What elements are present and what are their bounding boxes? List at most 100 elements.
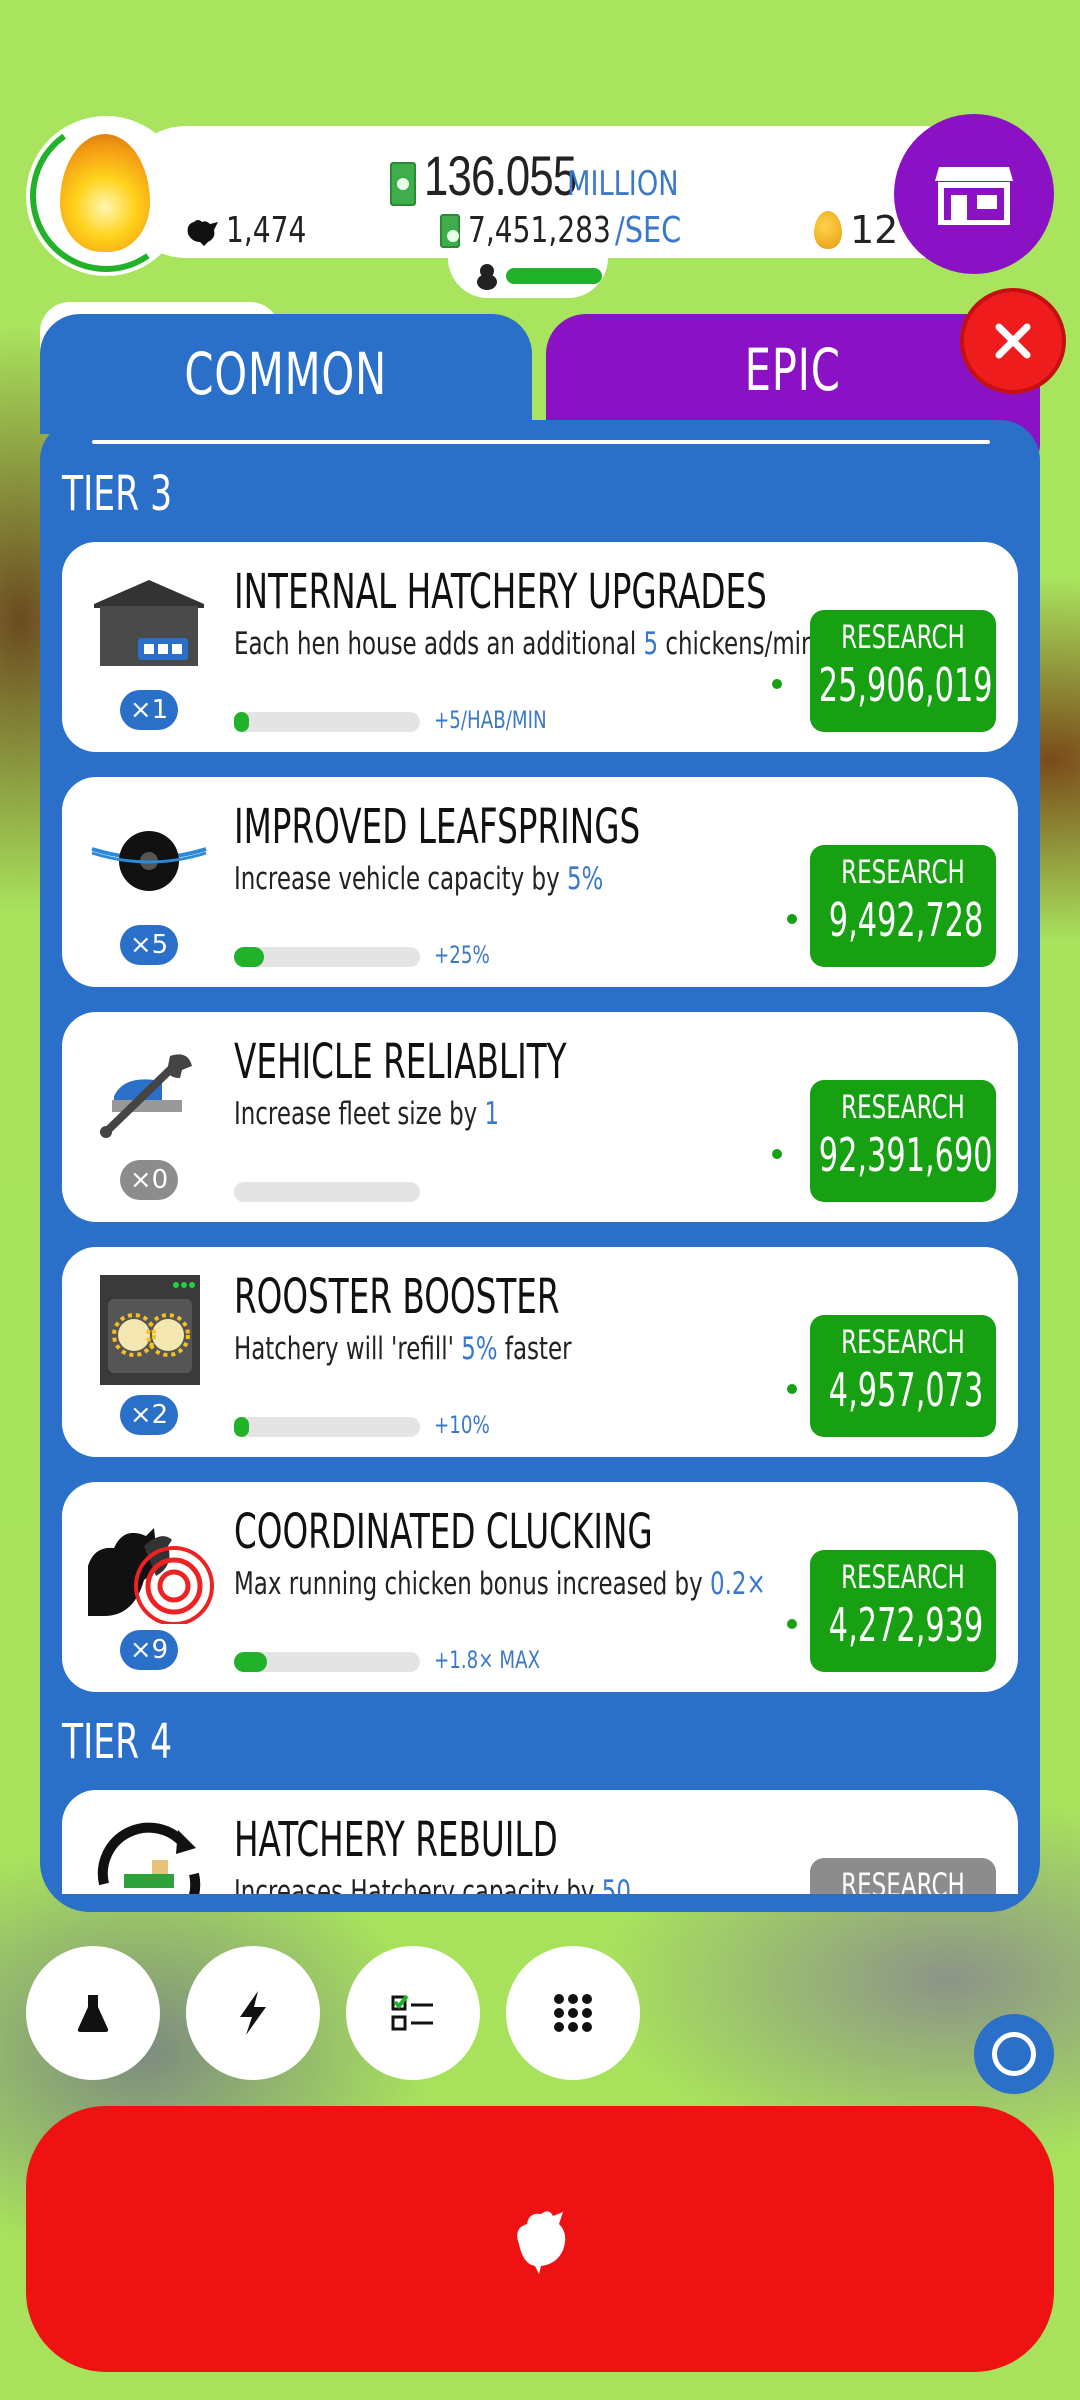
research-level: ×0	[120, 1160, 178, 1200]
research-card: HATCHERY REBUILD Increases Hatchery capa…	[62, 1790, 1018, 1894]
research-cost: 4,272,939	[786, 1598, 996, 1652]
clucking-chickens-icon	[88, 1528, 214, 1624]
desc-value: 50	[601, 1874, 631, 1894]
research-description: Hatchery will 'refill' 5% faster	[234, 1331, 572, 1367]
tab-common-label: COMMON	[184, 340, 388, 408]
research-progress	[234, 1652, 420, 1672]
chicken-count: 1,474	[184, 210, 329, 251]
chicken-icon	[187, 219, 218, 246]
research-description: Increases Hatchery capacity by 50	[234, 1874, 631, 1894]
menu-button[interactable]	[506, 1946, 640, 2080]
research-button-label: RESEARCH	[841, 1558, 965, 1596]
research-level: ×5	[120, 925, 178, 965]
research-card: ×1 INTERNAL HATCHERY UPGRADES Each hen h…	[62, 542, 1018, 752]
research-card: ×5 IMPROVED LEAFSPRINGS Increase vehicle…	[62, 777, 1018, 987]
research-cost: 25,906,019	[772, 658, 996, 712]
progress-fill	[234, 1417, 249, 1437]
desc-text: Max running chicken bonus increased by	[234, 1566, 710, 1602]
research-card: ×0 VEHICLE RELIABLITY Increase fleet siz…	[62, 1012, 1018, 1222]
shop-button[interactable]	[894, 114, 1054, 274]
tier-heading: TIER 4	[62, 1714, 215, 1770]
research-card: ×2 ROOSTER BOOSTER Hatchery will 'refill…	[62, 1247, 1018, 1457]
research-cost-value: 25,906,019	[819, 658, 993, 712]
cash-icon	[390, 162, 416, 206]
research-button[interactable]: RESEARCH 92,391,690	[772, 1080, 996, 1202]
cash-icon	[440, 213, 460, 248]
research-progress	[234, 1182, 420, 1202]
research-button[interactable]: RESEARCH 4,272,939	[786, 1550, 996, 1672]
research-title: IMPROVED LEAFSPRINGS	[234, 799, 641, 855]
research-card: ×9 COORDINATED CLUCKING Max running chic…	[62, 1482, 1018, 1692]
research-button-label: RESEARCH	[841, 1088, 965, 1126]
progress-fill	[234, 1652, 268, 1672]
shop-icon	[935, 167, 1013, 225]
research-description: Max running chicken bonus increased by 0…	[234, 1566, 766, 1602]
desc-text: Increase vehicle capacity by	[234, 861, 567, 897]
research-level: ×2	[120, 1395, 178, 1435]
hatchery-fill	[506, 268, 602, 284]
desc-text: faster	[497, 1331, 572, 1367]
ring-icon	[992, 2032, 1036, 2076]
hatchery-rebuild-icon	[97, 1822, 201, 1894]
research-description: Increase fleet size by 1	[234, 1096, 499, 1132]
research-effect: +5/HAB/MIN	[434, 706, 547, 734]
grid-menu-icon	[554, 1994, 592, 2032]
camera-toggle-button[interactable]	[974, 2014, 1054, 2094]
hatch-chicken-button[interactable]	[26, 2106, 1054, 2372]
close-icon	[995, 323, 1031, 359]
lightning-icon	[240, 1991, 266, 2035]
research-level: ×1	[120, 690, 178, 730]
research-progress	[234, 947, 420, 967]
research-title: HATCHERY REBUILD	[234, 1812, 558, 1868]
research-cost-value: 92,391,690	[819, 1128, 993, 1182]
research-effect: +1.8× MAX	[434, 1646, 541, 1674]
research-button[interactable]: RESEARCH 4,957,073	[786, 1315, 996, 1437]
chicken-count-value: 1,474	[226, 210, 307, 251]
income-rate-value: 7,451,283	[468, 210, 611, 251]
hen-house-icon	[94, 580, 204, 666]
research-progress	[234, 1417, 420, 1437]
tier-heading: TIER 3	[62, 466, 215, 522]
money-value: 136.055	[424, 144, 577, 207]
research-title: COORDINATED CLUCKING	[234, 1504, 653, 1560]
research-description: Increase vehicle capacity by 5%	[234, 861, 603, 897]
research-cost-value: 4,957,073	[828, 1363, 984, 1417]
income-rate-unit: /SEC	[615, 210, 682, 251]
research-cost: 9,492,728	[786, 893, 996, 947]
boost-button[interactable]	[186, 1946, 320, 2080]
research-progress	[234, 712, 420, 732]
research-effect: +25%	[434, 941, 490, 969]
income-rate: 7,451,283 /SEC	[440, 210, 698, 251]
wrench-vehicle-icon	[100, 1054, 192, 1138]
desc-text: Increase fleet size by	[234, 1096, 485, 1132]
research-effect: +10%	[434, 1411, 490, 1439]
research-button-label: RESEARCH	[841, 1323, 965, 1361]
research-cost: 92,391,690	[772, 1128, 996, 1182]
research-button[interactable]: RESEARCH	[810, 1858, 996, 1894]
research-button[interactable]: RESEARCH 25,906,019	[772, 610, 996, 732]
research-title: VEHICLE RELIABLITY	[234, 1034, 567, 1090]
research-title: ROOSTER BOOSTER	[234, 1269, 560, 1325]
desc-text: Each hen house adds an additional	[234, 626, 644, 662]
desc-text: Increases Hatchery capacity by	[234, 1874, 602, 1894]
checklist-icon	[391, 1994, 433, 2031]
desc-value: 1	[484, 1096, 500, 1132]
research-button[interactable]: RESEARCH 9,492,728	[786, 845, 996, 967]
tab-divider	[92, 440, 990, 444]
research-lab-button[interactable]	[26, 1946, 160, 2080]
missions-button[interactable]	[346, 1946, 480, 2080]
tab-common[interactable]: COMMON	[40, 314, 532, 434]
tier-4-label: TIER 4	[62, 1714, 173, 1770]
desc-text: chickens/min	[658, 626, 816, 662]
money-unit: MILLION	[567, 164, 680, 204]
close-button[interactable]	[960, 288, 1066, 394]
chicken-icon	[517, 2211, 566, 2274]
chick-icon	[477, 264, 497, 290]
golden-egg-count: 12	[814, 208, 898, 252]
research-title: INTERNAL HATCHERY UPGRADES	[234, 564, 767, 620]
desc-value: 5%	[461, 1331, 498, 1367]
flask-icon	[77, 1995, 109, 2032]
research-cost: 4,957,073	[786, 1363, 996, 1417]
progress-fill	[234, 712, 249, 732]
desc-value: 5	[643, 626, 659, 662]
